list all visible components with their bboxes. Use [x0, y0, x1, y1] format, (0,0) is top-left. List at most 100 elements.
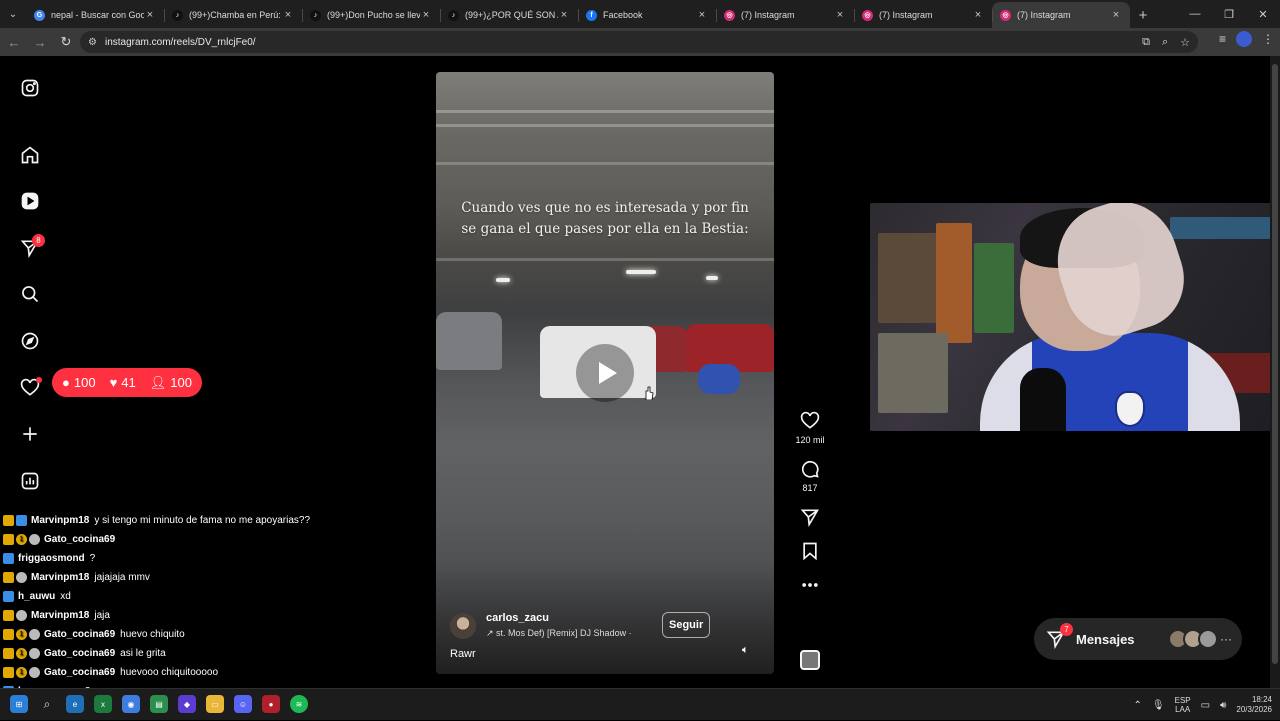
dashboard-icon[interactable] [19, 470, 41, 492]
browser-tab-strip: ⌄ Gnepal - Buscar con Google× ♪ (99+)Chamb… [0, 0, 1280, 28]
xbox-icon[interactable]: x [94, 695, 112, 713]
ceiling-beam [436, 124, 774, 127]
tab-title: (7) Instagram [879, 10, 933, 20]
play-button[interactable] [576, 344, 634, 402]
more-dots-icon[interactable]: ··· [1220, 632, 1232, 646]
tab-close-icon[interactable]: × [144, 9, 156, 21]
tab-close-icon[interactable]: × [834, 9, 846, 21]
reels-icon[interactable] [19, 190, 41, 212]
avatar-badge-icon [16, 572, 27, 583]
heart-outline-icon[interactable] [800, 411, 820, 431]
minimize-button[interactable]: — [1178, 0, 1212, 28]
follow-button[interactable]: Seguir [662, 612, 711, 638]
browser-tab[interactable]: Gnepal - Buscar con Google× [26, 2, 164, 28]
search-icon[interactable] [19, 283, 41, 305]
tab-title: (99+)Chamba en Perú: Opera [189, 10, 282, 20]
browser-tab[interactable]: ◎ (7) Instagram × [716, 2, 854, 28]
chat-text: jajajaja mmv [94, 572, 150, 583]
streamer-webcam [870, 203, 1280, 431]
volume-icon[interactable]: 🔊︎ [1220, 700, 1226, 711]
tab-close-icon[interactable]: × [282, 9, 294, 21]
close-window-button[interactable]: ✕ [1246, 0, 1280, 28]
browser-tab[interactable]: ◎ (7) Instagram × [992, 2, 1130, 28]
messages-button[interactable]: 7 Mensajes ··· [1034, 618, 1242, 660]
audio-track[interactable]: ↗ st. Mos Def) [Remix] DJ Shadow · [486, 628, 646, 639]
back-button[interactable]: ← [2, 30, 26, 54]
app-icon[interactable]: ◆ [178, 695, 196, 713]
forward-button[interactable]: → [28, 30, 52, 54]
browser-tab[interactable]: ♪ (99+)Chamba en Perú: Opera× [164, 2, 302, 28]
profile-avatar[interactable] [1236, 31, 1252, 47]
address-bar[interactable]: ⚙ instagram.com/reels/DV_rnlcjFe0/ ⧉ ⌕ ☆ [80, 31, 1198, 53]
share-icon[interactable] [800, 507, 820, 527]
moderator-badge-icon [3, 534, 14, 545]
site-info-icon[interactable]: ⚙ [88, 37, 97, 48]
tab-close-icon[interactable]: × [1110, 9, 1122, 21]
tab-search-chevron-icon[interactable]: ⌄ [0, 0, 26, 28]
start-icon[interactable]: ⊞ [10, 695, 28, 713]
bookmark-star-icon[interactable]: ☆ [1180, 36, 1190, 49]
like-action[interactable]: 120 mil [795, 411, 825, 445]
save-action[interactable] [800, 541, 820, 561]
discord-icon[interactable]: ☺ [234, 695, 252, 713]
tab-close-icon[interactable]: × [696, 9, 708, 21]
tiktok-icon: ♪ [172, 9, 183, 21]
media-controls-icon[interactable]: ≡ [1219, 32, 1226, 46]
comment-action[interactable]: 817 [800, 459, 820, 493]
page-scrollbar[interactable] [1270, 56, 1280, 688]
browser-tab[interactable]: f Facebook × [578, 2, 716, 28]
tab-close-icon[interactable]: × [420, 9, 432, 21]
zoom-icon[interactable]: ⌕ [1162, 36, 1168, 49]
tab-close-icon[interactable]: × [558, 9, 570, 21]
more-options[interactable] [800, 575, 820, 595]
app-icon[interactable]: ● [262, 695, 280, 713]
search-icon[interactable]: ⌕ [38, 695, 56, 713]
share-action[interactable] [800, 507, 820, 527]
tray-overflow-icon[interactable]: ⌃ [1134, 700, 1142, 711]
author-username[interactable]: carlos_zacu [486, 612, 646, 624]
microphone-icon[interactable]: 🎙︎ [1152, 700, 1165, 711]
explore-icon[interactable] [19, 330, 41, 352]
bookmark-icon[interactable] [800, 541, 820, 561]
browser-tab[interactable]: ♪ (99+)Don Pucho se lleva el× [302, 2, 440, 28]
google-icon: G [34, 9, 45, 21]
network-icon[interactable]: ▭ [1201, 700, 1210, 711]
platform-badge-icon [3, 553, 14, 564]
comment-icon[interactable] [800, 459, 820, 479]
reel-author[interactable]: carlos_zacu ↗ st. Mos Def) [Remix] DJ Sh… [450, 612, 646, 639]
restore-button[interactable]: ❐ [1212, 0, 1246, 28]
spotify-icon[interactable]: ≋ [290, 695, 308, 713]
more-dots-icon[interactable] [800, 575, 820, 595]
clock[interactable]: 18:24 20/3/2026 [1236, 695, 1272, 715]
chat-text: ? [89, 553, 96, 564]
home-icon[interactable] [19, 144, 41, 166]
volume-icon[interactable]: 🔈︎ [742, 644, 749, 657]
avatar-badge-icon [29, 534, 40, 545]
install-app-icon[interactable]: ⧉ [1142, 36, 1150, 49]
notification-badge: 8 [32, 234, 45, 247]
create-plus-icon[interactable] [19, 423, 41, 445]
reload-button[interactable]: ↻ [54, 30, 78, 54]
language-indicator[interactable]: ESP LAA [1175, 696, 1191, 714]
chat-message: 1 Gato_cocina69 [3, 530, 343, 549]
chrome-icon[interactable]: ◉ [122, 695, 140, 713]
chat-text: y si tengo mi minuto de fama no me apoya… [94, 515, 311, 526]
tab-close-icon[interactable]: × [972, 9, 984, 21]
new-tab-button[interactable]: + [1130, 2, 1156, 28]
browser-menu-icon[interactable]: ⋮ [1262, 32, 1274, 46]
instagram-logo-icon[interactable] [19, 77, 41, 99]
reel-caption: Rawr [450, 648, 476, 660]
reel-video-player[interactable]: Cuando ves que no es interesada y por fi… [436, 72, 774, 674]
file-explorer-icon[interactable]: ▭ [206, 695, 224, 713]
edge-icon[interactable]: e [66, 695, 84, 713]
app-icon[interactable]: ▤ [150, 695, 168, 713]
chat-username: h_auwu [18, 591, 56, 602]
author-avatar[interactable] [450, 612, 476, 639]
browser-tab[interactable]: ♪ (99+)¿POR QUÉ SON ASÍ?× [440, 2, 578, 28]
original-audio-thumbnail[interactable] [800, 650, 820, 670]
language-code: ESP [1174, 696, 1191, 705]
chat-username: Marvinpm18 [31, 515, 90, 526]
chat-text: huevo chiquito [120, 629, 185, 640]
chat-text: asi le grita [120, 648, 166, 659]
browser-tab[interactable]: ◎ (7) Instagram × [854, 2, 992, 28]
